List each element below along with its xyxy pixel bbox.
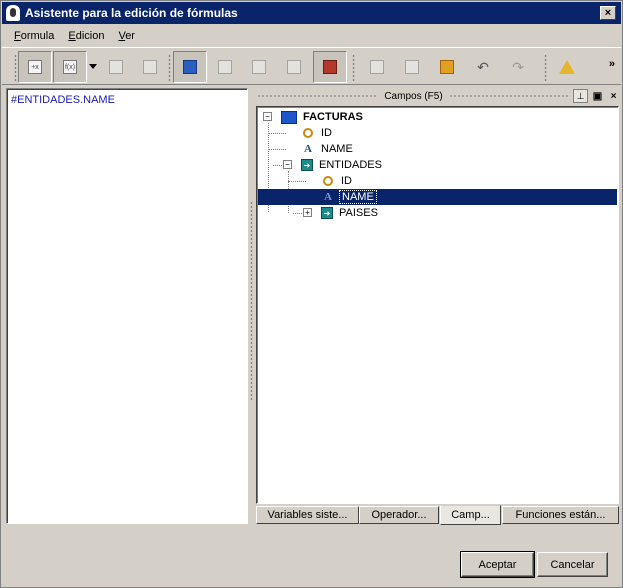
insert-formula-icon: +x [28,60,42,74]
tab-fields[interactable]: Camp... [440,505,501,525]
table-icon [252,60,266,74]
tab-standard-functions[interactable]: Funciones están... [502,506,619,524]
window-title: Asistente para la edición de fórmulas [25,6,238,20]
float-window-icon[interactable]: ▣ [591,89,604,103]
redo-button[interactable]: ↷ [501,51,535,83]
accept-button[interactable]: Aceptar [460,551,535,578]
tree-item-paises[interactable]: ➜ PAISES [321,205,380,221]
close-window-button[interactable]: × [600,6,616,20]
eraser-icon [143,60,157,74]
field-button[interactable] [99,51,133,83]
formula-text[interactable]: #ENTIDADES.NAME [11,94,115,106]
tree-connector [268,149,286,150]
relation-icon: ➜ [321,207,333,219]
menu-bar: Formula Edicion Ver [2,26,621,46]
field-icon [109,60,123,74]
toolbar-grip[interactable] [352,54,355,82]
expand-toggle[interactable]: + [303,208,312,217]
insert-formula-button[interactable]: +x [18,51,52,83]
eraser-button[interactable] [133,51,167,83]
fields-tree[interactable]: − FACTURAS ID A NAME − ➜ ENTIDADES ID A … [256,106,619,504]
copy-button[interactable] [208,51,242,83]
table-button[interactable] [242,51,276,83]
tree-item-entidades[interactable]: ➜ ENTIDADES [301,157,384,173]
collapse-toggle[interactable]: − [263,112,272,121]
menu-formula[interactable]: Formula [2,30,61,42]
function-dropdown-button[interactable] [87,58,98,74]
tree-item-entidades-name[interactable]: A NAME [258,189,617,205]
menu-ver[interactable]: Ver [111,30,142,42]
formula-editor[interactable]: #ENTIDADES.NAME [6,88,248,524]
properties-button[interactable] [277,51,311,83]
cut-icon [370,60,384,74]
function-icon: f(x) [63,60,77,74]
menu-edicion[interactable]: Edicion [61,30,111,42]
app-icon [6,5,20,21]
pane-splitter[interactable] [250,201,253,401]
warning-icon [559,60,575,74]
record-button[interactable] [313,51,347,83]
cut-button[interactable] [360,51,394,83]
tab-operators[interactable]: Operador... [359,506,439,524]
pin-icon[interactable]: ⊥ [573,89,589,103]
cancel-button[interactable]: Cancelar [537,552,608,577]
paste-special-icon [440,60,454,74]
collapse-toggle[interactable]: − [283,160,292,169]
tree-connector [268,133,286,134]
toolbar-grip[interactable] [14,54,17,82]
panel-tabs: Variables siste... Operador... Camp... F… [256,505,620,525]
key-icon [321,174,335,188]
key-icon [301,126,315,140]
fields-panel-title: Campos (F5) [384,90,443,102]
paste-special-button[interactable] [430,51,464,83]
tree-item-name[interactable]: A NAME [301,141,355,157]
tab-system-variables[interactable]: Variables siste... [256,506,359,524]
text-field-icon: A [324,191,332,203]
tree-root-facturas[interactable]: FACTURAS [281,109,365,125]
undo-icon: ↶ [477,58,489,75]
record-icon [323,60,337,74]
tree-item-id[interactable]: ID [301,125,334,141]
toolbar: +x f(x) ↶ ↷ » [2,47,621,85]
undo-button[interactable]: ↶ [466,51,500,83]
table-icon [281,110,297,124]
toolbar-grip[interactable] [544,54,547,82]
header-grip[interactable] [257,94,379,98]
fields-panel-button[interactable] [173,51,207,83]
text-field-icon: A [304,143,312,155]
redo-icon: ↷ [512,58,524,75]
close-panel-icon[interactable]: × [607,89,620,103]
function-button[interactable]: f(x) [53,51,87,83]
tree-item-entidades-id[interactable]: ID [321,173,354,189]
fields-panel-header: Campos (F5) ⊥ ▣ × [257,88,620,104]
tree-connector [288,181,306,182]
formula-wizard-window: Asistente para la edición de fórmulas × … [0,0,623,588]
fields-panel-icon [183,60,197,74]
properties-icon [287,60,301,74]
copy-icon [218,60,232,74]
toolbar-overflow-button[interactable]: » [609,58,615,70]
warning-button[interactable] [550,51,584,83]
toolbar-grip[interactable] [168,54,171,82]
relation-icon: ➜ [301,159,313,171]
title-bar: Asistente para la edición de fórmulas × [2,2,621,24]
header-grip[interactable] [448,94,571,98]
paste-button[interactable] [395,51,429,83]
paste-icon [405,60,419,74]
